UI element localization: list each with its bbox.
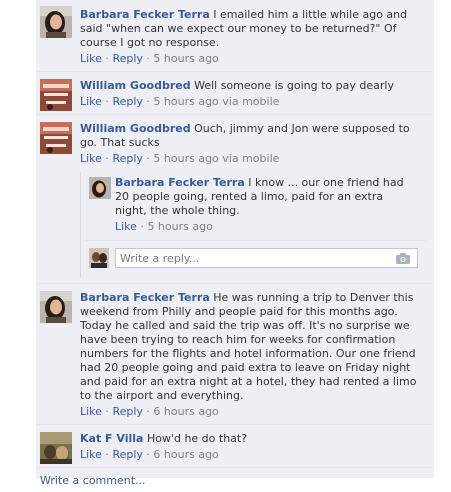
avatar-william[interactable] xyxy=(40,122,72,154)
comment-author[interactable]: William Goodbred xyxy=(80,79,191,92)
reply-placeholder: Write a reply... xyxy=(120,252,200,265)
comment-body: How'd he do that? xyxy=(146,432,248,445)
avatar-photo xyxy=(40,291,72,323)
reply-compose: Write a reply... xyxy=(85,240,426,278)
avatar-barbara[interactable] xyxy=(89,177,111,199)
camera-icon[interactable] xyxy=(396,253,410,264)
comment-timestamp[interactable]: 5 hours ago xyxy=(153,95,218,108)
comment-meta: Like · Reply · 5 hours ago via mobile xyxy=(80,95,280,108)
reply-link[interactable]: Reply xyxy=(112,448,142,461)
reply-meta: Like · 5 hours ago xyxy=(115,220,213,233)
reply-link[interactable]: Reply xyxy=(112,152,142,165)
avatar-photo xyxy=(89,177,111,199)
like-link[interactable]: Like xyxy=(115,220,137,233)
comment-timestamp[interactable]: 5 hours ago xyxy=(153,152,218,165)
avatar-photo xyxy=(40,122,72,154)
comment-meta: Like · Reply · 6 hours ago xyxy=(80,448,219,461)
comment-author[interactable]: Barbara Fecker Terra xyxy=(80,8,210,21)
comment-meta: Like · Reply · 6 hours ago xyxy=(80,405,219,418)
avatar-barbara[interactable] xyxy=(40,291,72,323)
reply-input[interactable]: Write a reply... xyxy=(115,248,418,268)
reply-author[interactable]: Barbara Fecker Terra xyxy=(115,176,245,189)
comment-body: Well someone is going to pay dearly xyxy=(194,79,394,92)
comment-item: Kat F Villa How'd he do that? Like · Rep… xyxy=(36,424,434,467)
avatar-photo xyxy=(40,6,72,38)
comment-author[interactable]: William Goodbred xyxy=(80,122,191,135)
comment-timestamp[interactable]: 6 hours ago xyxy=(153,405,218,418)
like-link[interactable]: Like xyxy=(80,52,102,65)
comment-thread: Barbara Fecker Terra I emailed him a lit… xyxy=(36,0,434,487)
like-link[interactable]: Like xyxy=(80,95,102,108)
comment-timestamp[interactable]: 5 hours ago xyxy=(153,52,218,65)
like-link[interactable]: Like xyxy=(80,152,102,165)
reply-link[interactable]: Reply xyxy=(112,405,142,418)
like-link[interactable]: Like xyxy=(80,448,102,461)
comment-item: William Goodbred Ouch, jimmy and Jon wer… xyxy=(36,114,434,283)
comment-via: via mobile xyxy=(222,152,280,165)
comment-author[interactable]: Kat F Villa xyxy=(80,432,143,445)
comment-meta: Like · Reply · 5 hours ago xyxy=(80,52,219,65)
avatar-kat[interactable] xyxy=(40,432,72,464)
reply-item: Barbara Fecker Terra I know ... our one … xyxy=(85,172,426,240)
avatar-william[interactable] xyxy=(40,79,72,111)
like-link[interactable]: Like xyxy=(80,405,102,418)
comment-item: William Goodbred Well someone is going t… xyxy=(36,71,434,114)
reply-link[interactable]: Reply xyxy=(112,52,142,65)
write-comment-link[interactable]: Write a comment... xyxy=(36,467,434,492)
avatar-barbara[interactable] xyxy=(40,6,72,38)
comment-item: Barbara Fecker Terra I emailed him a lit… xyxy=(36,0,434,71)
my-avatar xyxy=(89,248,109,268)
avatar-photo xyxy=(89,248,109,268)
avatar-photo xyxy=(40,79,72,111)
avatar-photo xyxy=(40,432,72,464)
comment-via: via mobile xyxy=(222,95,280,108)
reply-thread: Barbara Fecker Terra I know ... our one … xyxy=(80,172,426,278)
comment-author[interactable]: Barbara Fecker Terra xyxy=(80,291,210,304)
comment-timestamp[interactable]: 6 hours ago xyxy=(153,448,218,461)
reply-timestamp[interactable]: 5 hours ago xyxy=(147,220,212,233)
comment-item: Barbara Fecker Terra He was running a tr… xyxy=(36,283,434,424)
comment-body: He was running a trip to Denver this wee… xyxy=(80,291,417,402)
reply-link[interactable]: Reply xyxy=(112,95,142,108)
comment-meta: Like · Reply · 5 hours ago via mobile xyxy=(80,152,280,165)
